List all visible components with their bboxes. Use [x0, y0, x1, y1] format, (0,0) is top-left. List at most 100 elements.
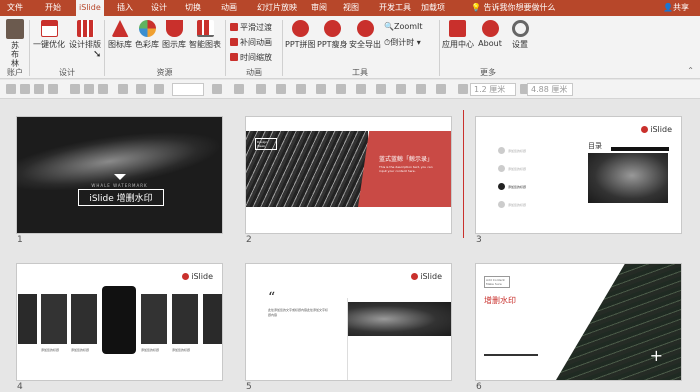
zoomit-button[interactable]: 🔍ZoomIt	[384, 22, 423, 31]
collapse-ribbon-icon[interactable]: ⌃	[687, 66, 694, 75]
caption-line	[484, 354, 538, 356]
tab-addins[interactable]: 加载项	[418, 0, 448, 16]
tab-transitions[interactable]: 切换	[182, 0, 204, 16]
insertion-marker	[463, 110, 464, 238]
arrange-icon[interactable]	[316, 84, 326, 94]
shadow-icon[interactable]	[256, 84, 266, 94]
arrange-icon[interactable]	[336, 84, 346, 94]
width-input[interactable]: 4.88 厘米	[527, 83, 573, 96]
toc-item: 添加您的标题	[498, 165, 526, 172]
distribute-icon[interactable]	[84, 84, 94, 94]
distribute-icon[interactable]	[70, 84, 80, 94]
whale-image	[348, 302, 451, 336]
tab-view[interactable]: 视图	[340, 0, 362, 16]
countdown-timer-label: 倒计时	[390, 38, 415, 47]
ribbon-tab-bar: 文件 开始 iSlide 插入 设计 切换 动画 幻灯片放映 审阅 视图 开发工…	[0, 0, 700, 16]
caption: 添加您的标题	[71, 348, 90, 352]
color-library-button[interactable]: 色彩库	[134, 20, 160, 50]
slide-title: 目录	[588, 142, 602, 150]
tween-icon	[230, 38, 238, 46]
tab-review[interactable]: 审阅	[308, 0, 330, 16]
slide-thumbnail-5[interactable]: iSlide “ 此处添加您的文字或标题内容此处添加文字标题内容	[246, 264, 451, 380]
align-icon[interactable]	[34, 84, 44, 94]
align-icon[interactable]	[48, 84, 58, 94]
tab-design[interactable]: 设计	[148, 0, 170, 16]
group-label-resources: 资源	[156, 68, 173, 77]
whale-photo	[172, 294, 198, 344]
distribute-icon[interactable]	[98, 84, 108, 94]
height-input[interactable]: 1.2 厘米	[470, 83, 516, 96]
group-divider	[225, 20, 226, 76]
whale-photo	[203, 294, 222, 344]
one-click-optimize-button[interactable]: 一键优化	[32, 20, 66, 50]
align-icon[interactable]	[6, 84, 16, 94]
height-icon	[458, 84, 468, 94]
slide-number: 6	[476, 382, 482, 392]
tab-animations[interactable]: 动画	[218, 0, 240, 16]
caption: 添加您的标题	[41, 348, 60, 352]
slide-text: 此处添加您的文字或标题内容此处添加文字标题内容	[268, 308, 329, 317]
tab-islide[interactable]: iSlide	[76, 0, 104, 16]
add-slide-icon[interactable]: +	[650, 348, 663, 364]
app-center-button[interactable]: 应用中心	[442, 20, 474, 50]
tab-insert[interactable]: 插入	[114, 0, 136, 16]
design-layout-button[interactable]: 设计排版	[68, 20, 102, 50]
icon-library-button[interactable]: 图标库	[107, 20, 133, 50]
tween-animation-button[interactable]: 补间动画	[230, 37, 272, 48]
settings-label: 设置	[512, 40, 528, 49]
slide-text: This is the description text, you can in…	[379, 165, 433, 173]
ppt-puzzle-button[interactable]: PPT拼图	[285, 20, 316, 50]
slide-number: 5	[246, 382, 252, 392]
chart-icon	[196, 20, 214, 37]
app-center-label: 应用中心	[442, 40, 474, 49]
shape-icon[interactable]	[276, 84, 286, 94]
slide-thumbnail-4[interactable]: iSlide 添加您的标题 添加您的标题 添加您的标题 添加您的标题	[17, 264, 222, 380]
caption: 添加您的标题	[141, 348, 160, 352]
slide-thumbnail-2[interactable]: Design Week 蓝式蓝鲸「鲸示录」 This is the descri…	[246, 117, 451, 233]
shape-icon[interactable]	[296, 84, 306, 94]
tab-file[interactable]: 文件	[4, 0, 26, 16]
time-scale-button[interactable]: 时间缩放	[230, 52, 272, 63]
arrange-icon[interactable]	[416, 84, 426, 94]
tab-developer[interactable]: 开发工具	[376, 0, 414, 16]
safe-export-button[interactable]: 安全导出	[349, 20, 381, 50]
mouse-cursor-icon: ➘	[93, 49, 102, 60]
arrange-icon[interactable]	[396, 84, 406, 94]
about-button[interactable]: About	[476, 20, 504, 48]
slide-thumbnail-6[interactable]: Add Content Make Sure 增删水印 +	[476, 264, 681, 380]
slide-number: 4	[17, 382, 23, 392]
arrange-icon[interactable]	[436, 84, 446, 94]
tell-me-box[interactable]: 💡 告诉我你想要做什么	[468, 0, 559, 16]
diagram-library-button[interactable]: 图示库	[161, 20, 187, 50]
icon-library-icon	[111, 20, 129, 37]
group-label-more: 更多	[480, 68, 496, 77]
ppt-slim-button[interactable]: PPT瘦身	[317, 20, 348, 50]
islide-logo: iSlide	[641, 125, 672, 134]
share-button[interactable]: 👤共享	[660, 0, 692, 16]
smart-chart-button[interactable]: 智能图表	[188, 20, 222, 50]
slide-thumbnail-3[interactable]: iSlide 添加您的标题 添加您的标题 添加您的标题 添加您的标题 目录	[476, 117, 681, 233]
flip-icon[interactable]	[136, 84, 146, 94]
fill-color-icon[interactable]	[212, 84, 222, 94]
gear-icon	[511, 20, 529, 37]
settings-button[interactable]: 设置	[507, 20, 533, 50]
smooth-transition-button[interactable]: 平滑过渡	[230, 22, 272, 33]
down-arrow-icon	[114, 174, 126, 180]
account-button[interactable]: 苏布林	[4, 19, 26, 68]
rotate-icon[interactable]	[118, 84, 128, 94]
font-select[interactable]	[172, 83, 204, 96]
group-icon[interactable]	[154, 84, 164, 94]
countdown-timer-button[interactable]: ⏱倒计时 ▾	[384, 37, 421, 48]
tab-slideshow[interactable]: 幻灯片放映	[254, 0, 300, 16]
align-icon[interactable]	[20, 84, 30, 94]
toc-item-label: 添加您的标题	[508, 167, 527, 171]
tab-home[interactable]: 开始	[42, 0, 64, 16]
slide-thumbnail-1[interactable]: WHALE WATERMARK iSlide 增删水印	[17, 117, 222, 233]
arrange-icon[interactable]	[356, 84, 366, 94]
person-icon: 👤	[663, 3, 673, 12]
whale-photo	[41, 294, 67, 344]
puzzle-icon	[291, 20, 309, 37]
line-color-icon[interactable]	[234, 84, 244, 94]
format-toolbar: 1.2 厘米 4.88 厘米	[0, 80, 700, 99]
arrange-icon[interactable]	[376, 84, 386, 94]
